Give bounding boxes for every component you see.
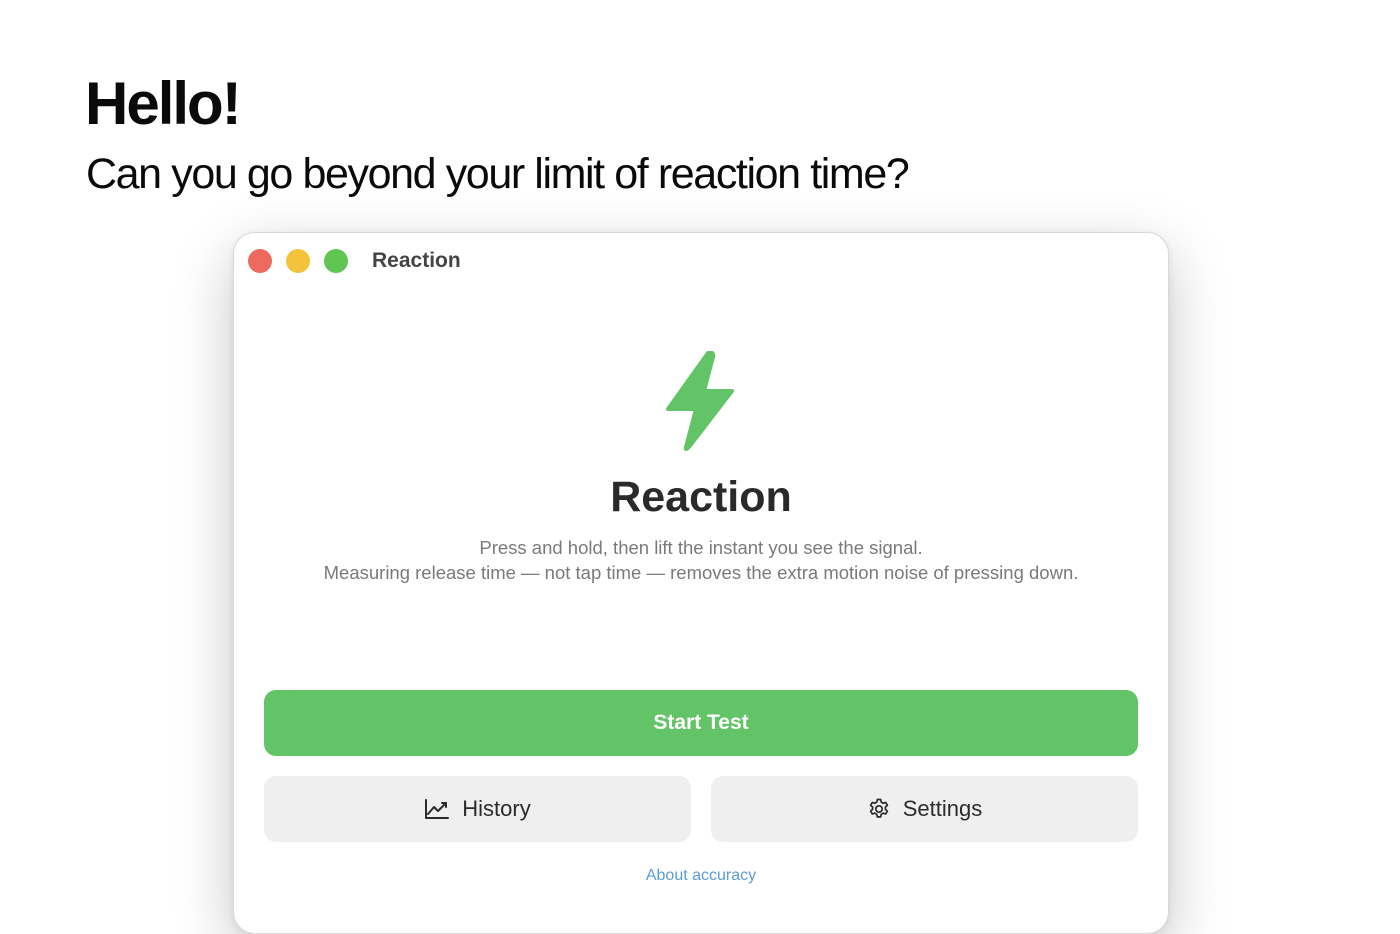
chart-line-icon: [425, 799, 450, 819]
description-line-2: Measuring release time — not tap time — …: [323, 562, 1079, 583]
settings-button[interactable]: Settings: [711, 776, 1138, 842]
history-button-label: History: [462, 796, 531, 821]
start-test-button[interactable]: Start Test: [264, 690, 1138, 756]
lightning-bolt-icon: [666, 351, 734, 451]
about-accuracy-link[interactable]: About accuracy: [234, 865, 1168, 887]
settings-button-label: Settings: [902, 796, 983, 821]
gear-icon: [869, 798, 888, 818]
window-titlebar[interactable]: Reaction: [234, 233, 1168, 289]
window-zoom-button[interactable]: [324, 249, 348, 273]
hero-title: Hello!: [85, 70, 242, 137]
history-button[interactable]: History: [264, 776, 691, 842]
description-line-1: Press and hold, then lift the instant yo…: [479, 537, 923, 558]
window-title: Reaction: [372, 249, 461, 272]
hero-subtitle: Can you go beyond your limit of reaction…: [86, 150, 910, 198]
window-minimize-button[interactable]: [286, 249, 310, 273]
app-name-heading: Reaction: [610, 473, 792, 521]
app-window: Reaction Reaction Press and hold, then l…: [233, 232, 1169, 934]
window-close-button[interactable]: [248, 249, 272, 273]
